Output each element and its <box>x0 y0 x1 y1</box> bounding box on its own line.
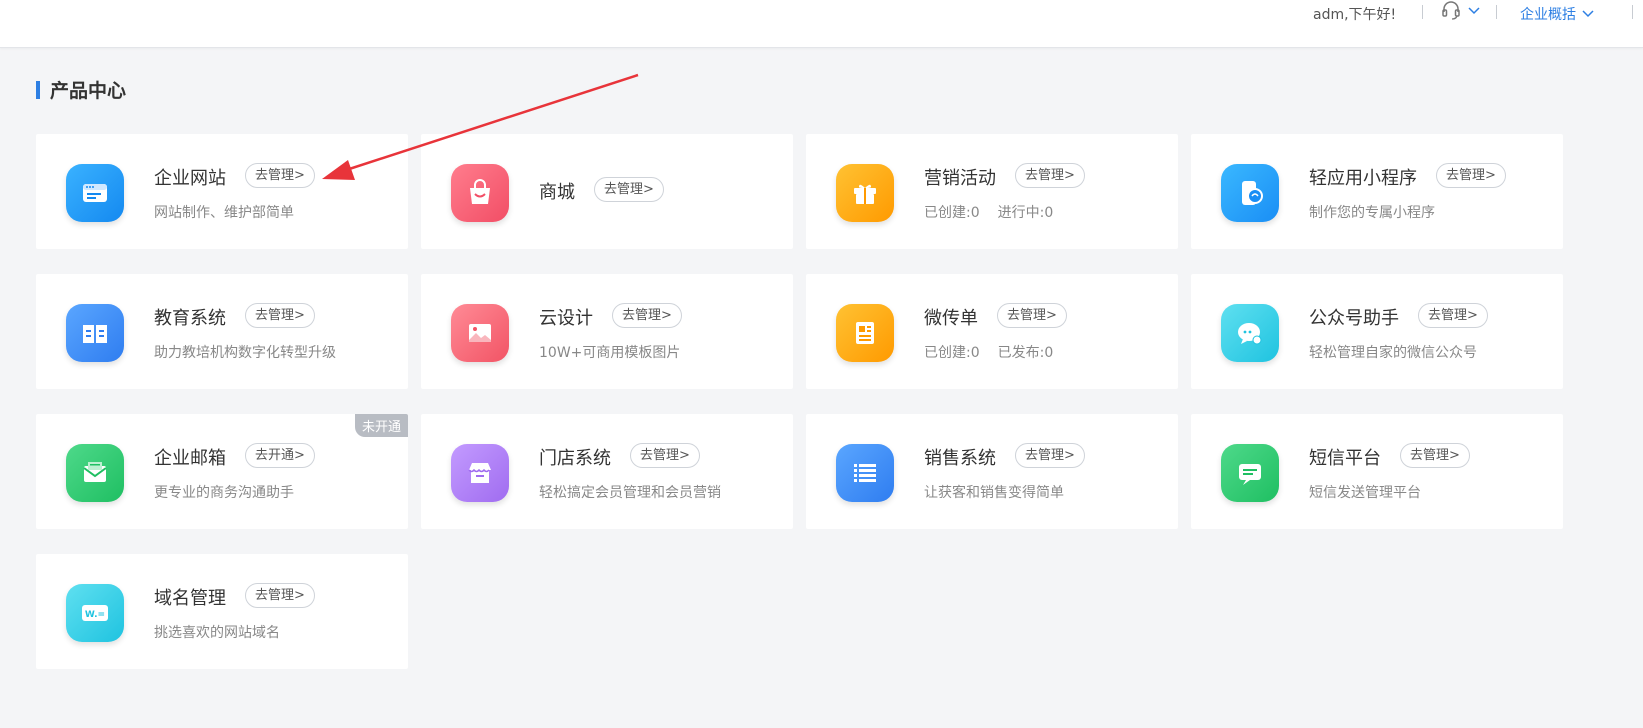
greeting-text: adm,下午好! <box>1313 7 1397 23</box>
product-card[interactable]: 营销活动 去管理> 已创建:0 进行中:0 <box>806 134 1178 249</box>
section-title: 产品中心 <box>50 80 127 102</box>
divider <box>1632 5 1633 19</box>
product-card[interactable]: 微传单 去管理> 已创建:0 已发布:0 <box>806 274 1178 389</box>
chevron-down-icon <box>1582 10 1594 18</box>
divider <box>1422 5 1423 19</box>
list-icon <box>836 444 894 502</box>
product-card[interactable]: 门店系统 去管理> 轻松搞定会员管理和会员营销 <box>421 414 793 529</box>
product-description: 让获客和销售变得简单 <box>924 485 1064 501</box>
status-count: 进行中:0 <box>997 205 1054 221</box>
product-stats: 已创建:0 进行中:0 <box>924 202 1053 222</box>
image-icon <box>451 304 509 362</box>
manage-button[interactable]: 去管理> <box>245 583 315 608</box>
sms-icon <box>1221 444 1279 502</box>
shopping-bag-icon <box>451 164 509 222</box>
manage-button[interactable]: 去管理> <box>1015 443 1085 468</box>
flyer-icon <box>836 304 894 362</box>
manage-button[interactable]: 去管理> <box>245 303 315 328</box>
section-header: 产品中心 <box>36 76 126 103</box>
product-description: 网站制作、维护部简单 <box>154 205 294 221</box>
status-badge: 未开通 <box>354 414 408 437</box>
product-grid: 企业网站 去管理> 网站制作、维护部简单 商城 去管理> 营销活动 去管理> 已创建:0 进行中… <box>36 134 1622 694</box>
manage-button[interactable]: 去管理> <box>630 443 700 468</box>
product-name: 域名管理 <box>154 588 226 609</box>
manage-button[interactable]: 去管理> <box>594 177 664 202</box>
product-description: 更专业的商务沟通助手 <box>154 485 294 501</box>
product-card[interactable]: 云设计 去管理> 10W+可商用模板图片 <box>421 274 793 389</box>
product-name: 短信平台 <box>1309 448 1381 469</box>
product-name: 企业邮箱 <box>154 448 226 469</box>
chevron-down-icon <box>1468 7 1480 15</box>
customer-service-button[interactable] <box>1440 0 1480 22</box>
section-accent-bar <box>36 80 40 99</box>
manage-button[interactable]: 去管理> <box>1418 303 1488 328</box>
domain-icon: W.= <box>66 584 124 642</box>
product-name: 轻应用小程序 <box>1309 168 1417 189</box>
store-icon <box>451 444 509 502</box>
product-description: 轻松管理自家的微信公众号 <box>1309 345 1477 361</box>
product-description: 助力教培机构数字化转型升级 <box>154 345 336 361</box>
product-name: 销售系统 <box>924 448 996 469</box>
product-name: 营销活动 <box>924 168 996 189</box>
product-description: 挑选喜欢的网站域名 <box>154 625 280 641</box>
divider <box>1496 5 1497 19</box>
manage-button[interactable]: 去管理> <box>612 303 682 328</box>
book-icon <box>66 304 124 362</box>
product-card[interactable]: 销售系统 去管理> 让获客和销售变得简单 <box>806 414 1178 529</box>
product-name: 商城 <box>539 182 575 203</box>
created-count: 已创建:0 <box>924 205 980 221</box>
created-count: 已创建:0 <box>924 345 980 361</box>
product-card[interactable]: 商城 去管理> <box>421 134 793 249</box>
product-name: 公众号助手 <box>1309 308 1399 329</box>
domain-icon-label: W.= <box>85 610 105 620</box>
overview-dropdown[interactable]: 企业概括 <box>1520 4 1594 24</box>
product-stats: 已创建:0 已发布:0 <box>924 342 1053 362</box>
overview-label: 企业概括 <box>1520 7 1576 23</box>
headset-icon <box>1442 1 1460 20</box>
manage-button[interactable]: 去开通> <box>245 443 315 468</box>
top-bar: adm,下午好! 企业概括 <box>0 0 1643 48</box>
product-description: 制作您的专属小程序 <box>1309 205 1435 221</box>
wechat-icon <box>1221 304 1279 362</box>
product-card[interactable]: W.= 域名管理 去管理> 挑选喜欢的网站域名 <box>36 554 408 669</box>
manage-button[interactable]: 去管理> <box>1436 163 1506 188</box>
product-description: 10W+可商用模板图片 <box>539 345 681 361</box>
product-card[interactable]: 教育系统 去管理> 助力教培机构数字化转型升级 <box>36 274 408 389</box>
product-name: 云设计 <box>539 308 593 329</box>
manage-button[interactable]: 去管理> <box>997 303 1067 328</box>
manage-button[interactable]: 去管理> <box>245 163 315 188</box>
manage-button[interactable]: 去管理> <box>1400 443 1470 468</box>
website-icon <box>66 164 124 222</box>
product-description: 短信发送管理平台 <box>1309 485 1421 501</box>
product-card[interactable]: 轻应用小程序 去管理> 制作您的专属小程序 <box>1191 134 1563 249</box>
product-description: 轻松搞定会员管理和会员营销 <box>539 485 721 501</box>
product-card[interactable]: 企业邮箱 去开通> 更专业的商务沟通助手 未开通 <box>36 414 408 529</box>
product-name: 门店系统 <box>539 448 611 469</box>
gift-icon <box>836 164 894 222</box>
manage-button[interactable]: 去管理> <box>1015 163 1085 188</box>
product-card[interactable]: 企业网站 去管理> 网站制作、维护部简单 <box>36 134 408 249</box>
product-card[interactable]: 公众号助手 去管理> 轻松管理自家的微信公众号 <box>1191 274 1563 389</box>
product-card[interactable]: 短信平台 去管理> 短信发送管理平台 <box>1191 414 1563 529</box>
mini-program-icon <box>1221 164 1279 222</box>
product-name: 教育系统 <box>154 308 226 329</box>
product-name: 微传单 <box>924 308 978 329</box>
product-name: 企业网站 <box>154 168 226 189</box>
status-count: 已发布:0 <box>997 345 1054 361</box>
mail-icon <box>66 444 124 502</box>
